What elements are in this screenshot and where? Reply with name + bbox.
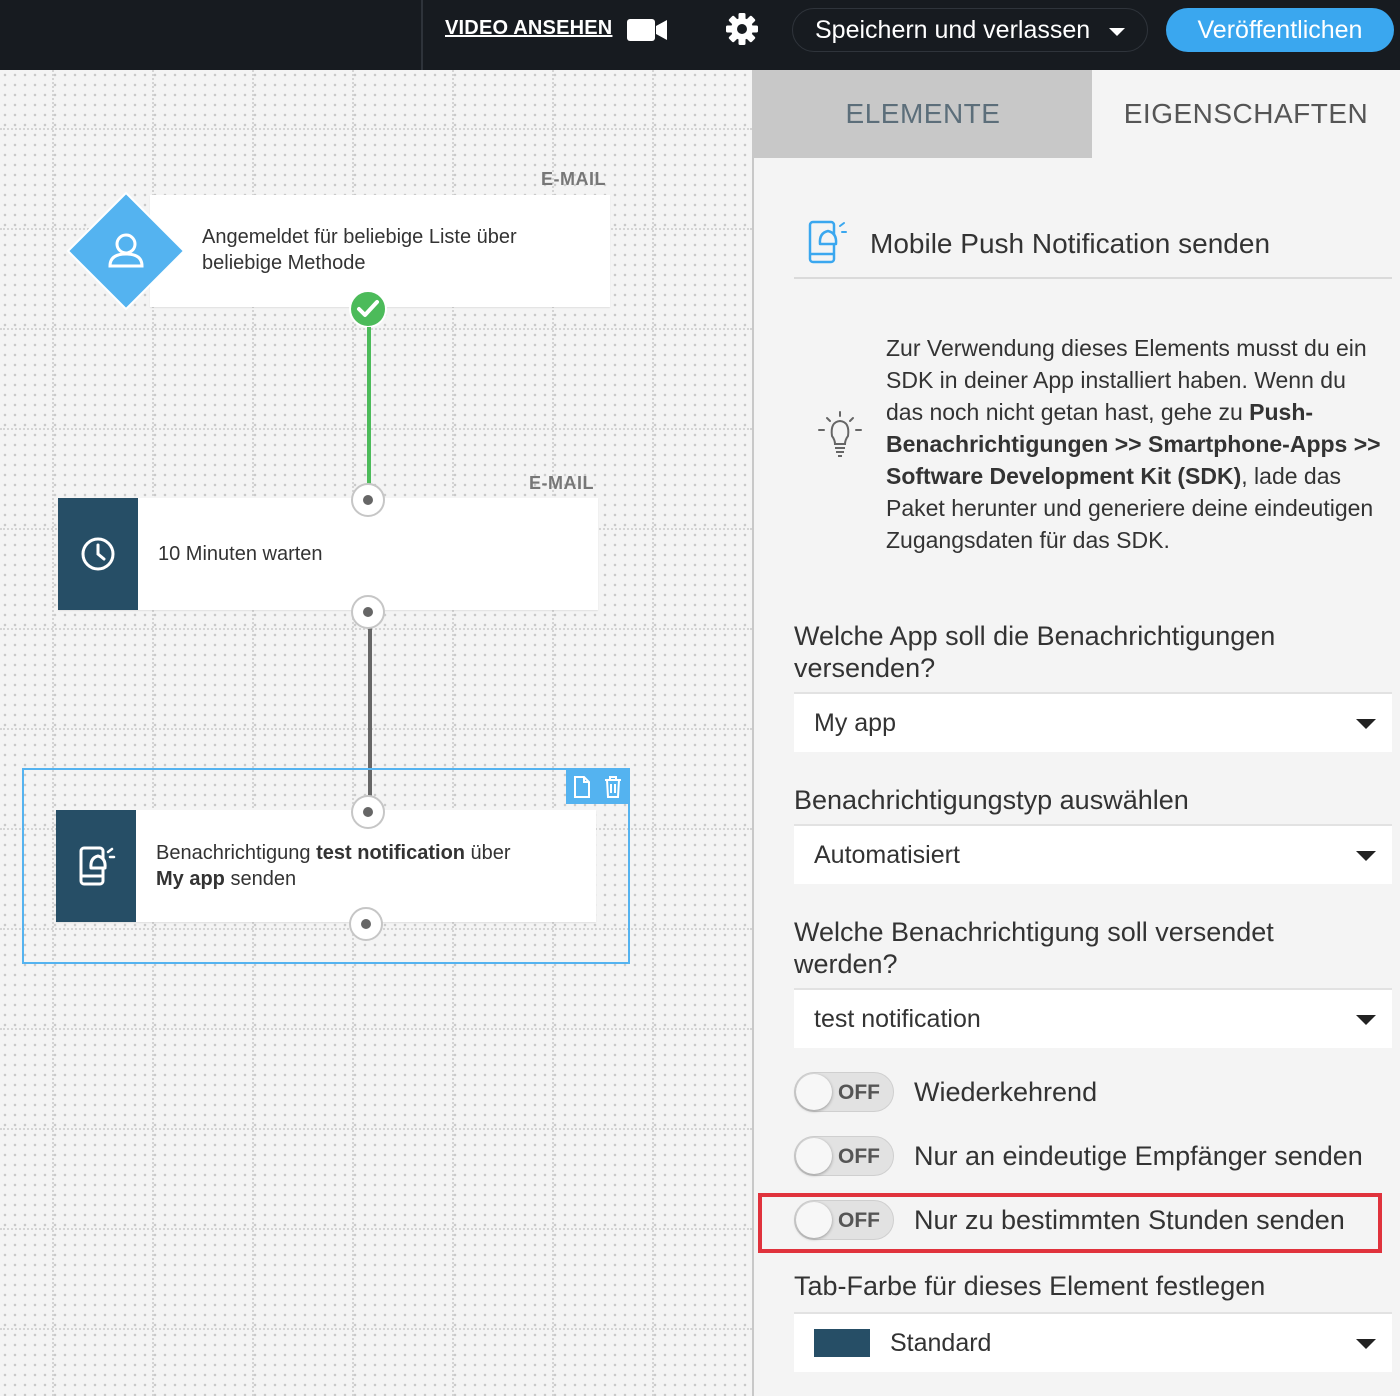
- chevron-down-icon: [1356, 719, 1376, 729]
- save-and-exit-button[interactable]: Speichern und verlassen: [792, 8, 1148, 52]
- gear-icon[interactable]: [724, 11, 760, 47]
- wait-node-text: 10 Minuten warten: [158, 543, 323, 565]
- chevron-down-icon: [1356, 851, 1376, 861]
- panel-title: Mobile Push Notification senden: [870, 228, 1271, 259]
- notification-select[interactable]: test notification: [794, 988, 1392, 1048]
- mobile-push-icon: [79, 846, 116, 886]
- tab-color-label: Tab-Farbe für dieses Element festlegen: [794, 1271, 1266, 1301]
- color-swatch: [814, 1329, 870, 1357]
- video-link[interactable]: VIDEO ANSEHEN: [445, 17, 612, 40]
- toggle-recurring-row: OFF Wiederkehrend: [794, 1072, 1097, 1112]
- topbar-divider: [421, 0, 423, 70]
- notification-select-label: Welche Benachrichtigung soll versendet w…: [794, 917, 1274, 979]
- notification-type-value: Automatisiert: [814, 840, 960, 869]
- app-select-label: Welche App soll die Benachrichtigungen v…: [794, 621, 1276, 683]
- video-camera-icon[interactable]: [626, 17, 668, 43]
- connection-line: [367, 327, 371, 485]
- lightbulb-icon: [818, 411, 862, 457]
- toggle-label: Wiederkehrend: [914, 1076, 1098, 1107]
- top-bar: VIDEO ANSEHEN Speichern und verlassen Ve…: [0, 0, 1400, 70]
- toggle-unique-row: OFF Nur an eindeutige Empfänger senden: [794, 1136, 1363, 1176]
- tab-elements[interactable]: ELEMENTE: [754, 70, 1092, 158]
- input-connector[interactable]: [351, 795, 385, 829]
- node-toolbar: [566, 770, 628, 804]
- chevron-down-icon: [1356, 1015, 1376, 1025]
- node-tag: E-MAIL: [529, 473, 594, 493]
- toggle-knob: [796, 1138, 832, 1174]
- toggle-label: Nur an eindeutige Empfänger senden: [914, 1140, 1363, 1171]
- input-connector[interactable]: [351, 483, 385, 517]
- trigger-node-text: Angemeldet für beliebige Liste über beli…: [202, 226, 517, 274]
- toggle-state: OFF: [838, 1081, 880, 1104]
- trigger-diamond[interactable]: [66, 191, 186, 311]
- chevron-down-icon: [1356, 1339, 1376, 1349]
- save-button-label: Speichern und verlassen: [815, 15, 1091, 44]
- tab-color-value: Standard: [890, 1328, 992, 1357]
- title-divider: [794, 277, 1392, 279]
- app-select[interactable]: My app: [794, 692, 1392, 752]
- app-select-value: My app: [814, 708, 896, 737]
- toggle-knob: [796, 1074, 832, 1110]
- check-icon: [349, 290, 387, 328]
- sdk-info-text: Zur Verwendung dieses Elements musst du …: [886, 335, 1381, 553]
- trash-icon[interactable]: [604, 776, 622, 798]
- output-connector[interactable]: [349, 907, 383, 941]
- wait-node-card[interactable]: [58, 498, 598, 610]
- mobile-push-icon: [808, 220, 847, 264]
- output-connector[interactable]: [351, 595, 385, 629]
- chevron-down-icon: [1109, 28, 1125, 36]
- toggle-unique-recipients[interactable]: OFF: [794, 1136, 894, 1176]
- highlight-annotation: [758, 1193, 1382, 1253]
- tab-color-select[interactable]: Standard: [794, 1312, 1392, 1372]
- notification-select-value: test notification: [814, 1004, 981, 1033]
- push-node-text: Benachrichtigung test notification über M…: [156, 842, 511, 890]
- tab-properties[interactable]: EIGENSCHAFTEN: [1092, 70, 1400, 158]
- notification-type-label: Benachrichtigungstyp auswählen: [794, 785, 1189, 815]
- notification-type-select[interactable]: Automatisiert: [794, 824, 1392, 884]
- publish-button[interactable]: Veröffentlichen: [1166, 8, 1394, 52]
- clock-icon: [81, 537, 115, 571]
- toggle-recurring[interactable]: OFF: [794, 1072, 894, 1112]
- copy-icon[interactable]: [573, 776, 591, 798]
- toggle-state: OFF: [838, 1145, 880, 1168]
- node-tag: E-MAIL: [541, 169, 606, 189]
- push-node-icon-block: [56, 810, 136, 922]
- wait-node-icon-block: [58, 498, 138, 610]
